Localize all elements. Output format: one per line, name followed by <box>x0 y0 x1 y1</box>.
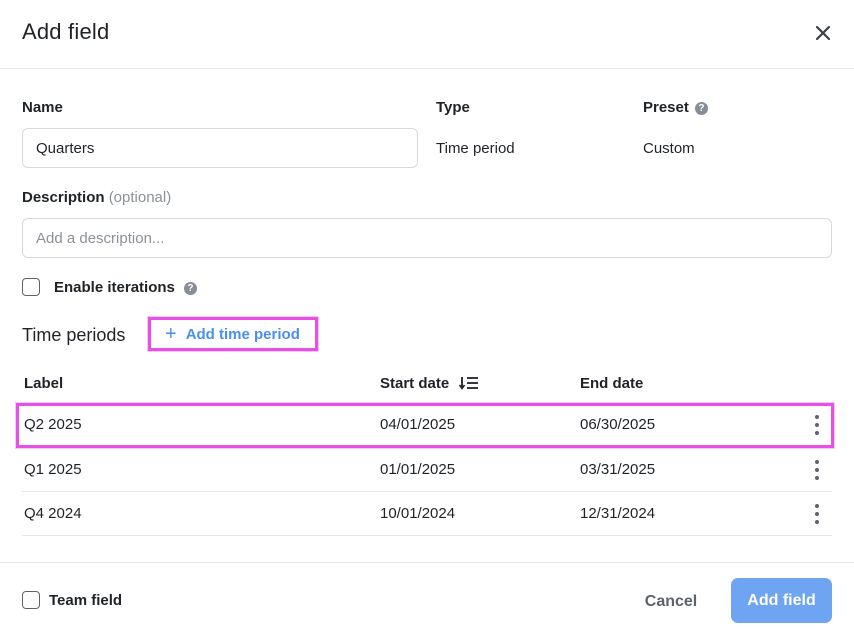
time-periods-title: Time periods <box>22 325 126 345</box>
row-start-date: 10/01/2024 <box>380 505 456 522</box>
close-icon[interactable] <box>810 20 836 46</box>
more-options-icon[interactable] <box>808 457 826 483</box>
team-field-label: Team field <box>49 592 123 609</box>
add-field-button[interactable]: Add field <box>731 578 832 623</box>
more-options-icon[interactable] <box>808 412 826 438</box>
row-end-date: 12/31/2024 <box>580 505 656 522</box>
plus-icon: + <box>165 323 177 345</box>
add-field-dialog: Add field Name Type Time period Preset? … <box>0 0 854 630</box>
row-label: Q1 2025 <box>24 461 82 478</box>
sort-descending-icon[interactable] <box>459 376 479 394</box>
dialog-footer: Team field Cancel Add field <box>0 562 854 630</box>
table-row[interactable]: Q4 2024 10/01/2024 12/31/2024 <box>22 492 832 536</box>
more-options-icon[interactable] <box>808 501 826 527</box>
cancel-button[interactable]: Cancel <box>630 580 712 624</box>
name-label: Name <box>22 99 63 116</box>
row-label: Q4 2024 <box>24 505 82 522</box>
team-field-checkbox[interactable] <box>22 591 40 609</box>
row-end-date: 06/30/2025 <box>580 416 656 433</box>
column-header-start-date[interactable]: Start date <box>380 375 479 394</box>
type-value: Time period <box>436 140 515 157</box>
column-header-end-date: End date <box>580 375 644 392</box>
preset-value: Custom <box>643 140 695 157</box>
type-label: Type <box>436 99 470 116</box>
enable-iterations-text: Enable iterations <box>54 279 175 296</box>
row-end-date: 03/31/2025 <box>580 461 656 478</box>
column-header-label: Label <box>24 375 64 392</box>
dialog-title: Add field <box>22 19 110 44</box>
add-time-period-button[interactable]: + Add time period <box>148 317 318 351</box>
table-row[interactable]: Q1 2025 01/01/2025 03/31/2025 <box>22 448 832 492</box>
dialog-header: Add field <box>0 0 854 69</box>
optional-hint: (optional) <box>108 189 172 206</box>
name-input[interactable] <box>22 128 418 168</box>
row-start-date: 01/01/2025 <box>380 461 456 478</box>
table-row[interactable]: Q2 2025 04/01/2025 06/30/2025 <box>16 403 834 448</box>
question-icon[interactable]: ? <box>694 102 708 115</box>
add-time-period-label: Add time period <box>185 325 300 343</box>
preset-label: Preset? <box>643 99 708 116</box>
question-icon[interactable]: ? <box>183 282 197 295</box>
enable-iterations-label: Enable iterations? <box>54 279 197 296</box>
description-input[interactable] <box>22 218 832 258</box>
description-label-text: Description <box>22 189 105 206</box>
row-label: Q2 2025 <box>24 416 82 433</box>
description-label: Description (optional) <box>22 189 171 206</box>
preset-label-text: Preset <box>643 99 689 116</box>
start-date-header-text: Start date <box>380 375 450 392</box>
row-start-date: 04/01/2025 <box>380 416 456 433</box>
enable-iterations-checkbox[interactable] <box>22 278 40 296</box>
